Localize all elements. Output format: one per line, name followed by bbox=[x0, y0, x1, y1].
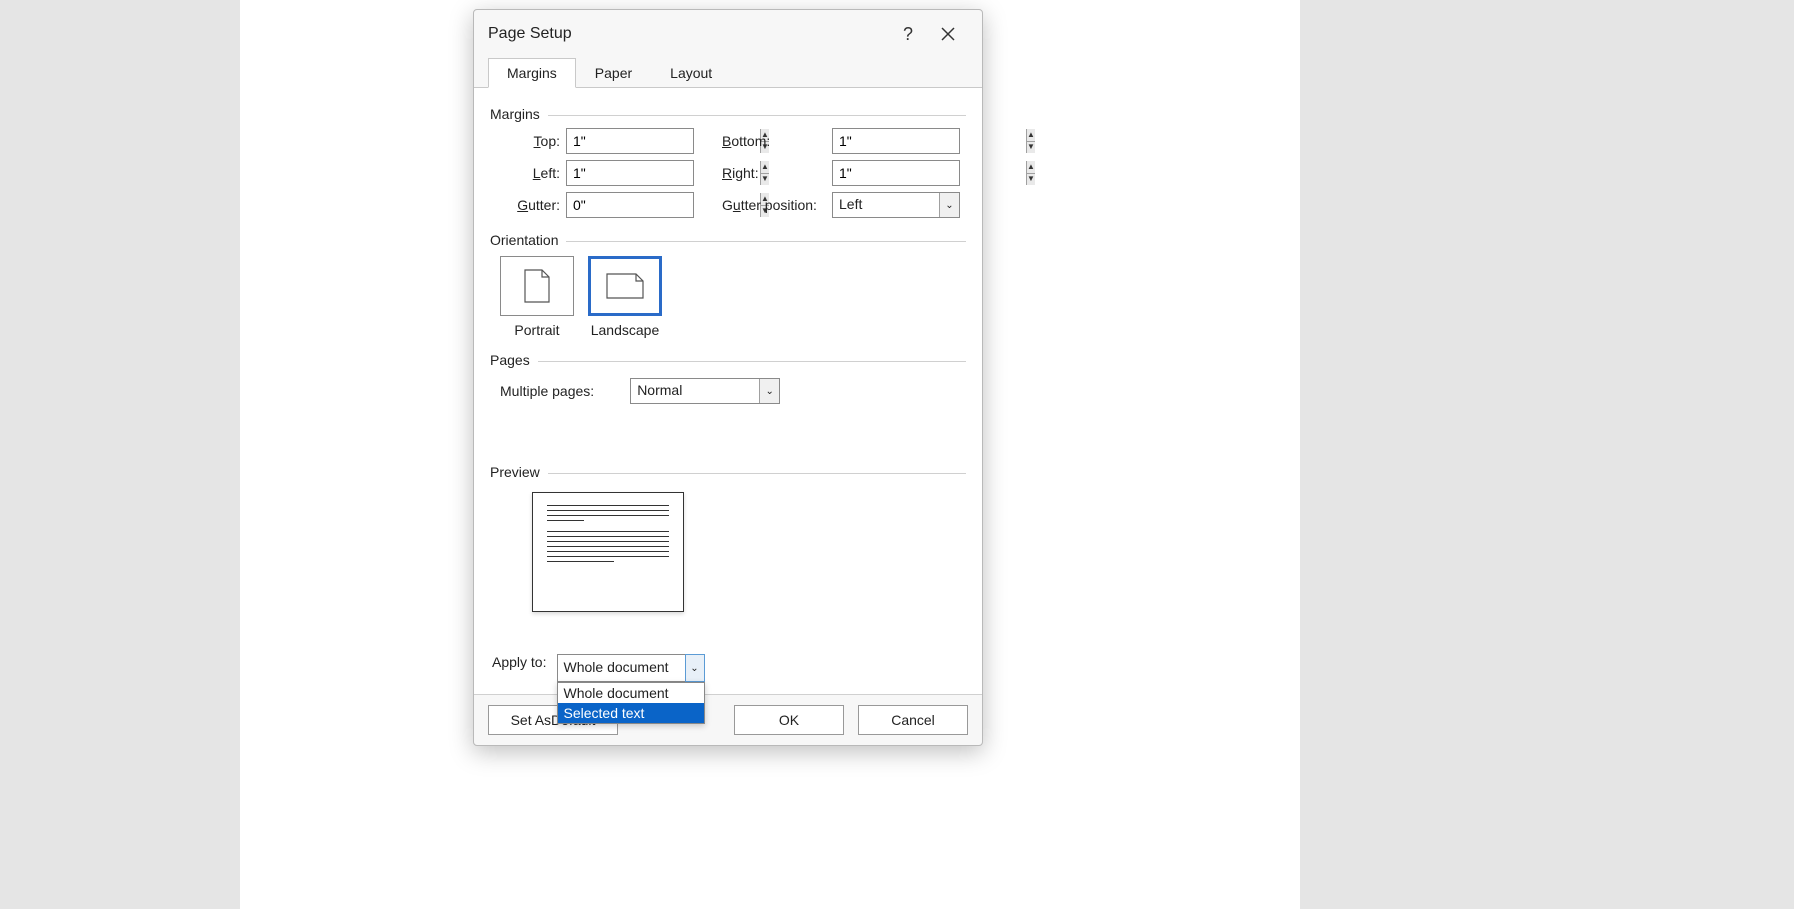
portrait-icon bbox=[524, 269, 550, 303]
chevron-down-icon[interactable]: ⌄ bbox=[939, 193, 959, 217]
multiple-pages-combo[interactable]: Normal ⌄ bbox=[630, 378, 780, 404]
spin-down-icon[interactable]: ▼ bbox=[1027, 141, 1035, 154]
close-icon bbox=[941, 27, 955, 41]
divider bbox=[548, 115, 966, 116]
ok-button[interactable]: OK bbox=[734, 705, 844, 735]
preview-thumbnail bbox=[532, 492, 684, 612]
dialog-footer: Set As Default OK Cancel bbox=[474, 694, 982, 745]
apply-to-combo[interactable]: Whole document ⌄ bbox=[557, 654, 705, 682]
landscape-option[interactable]: Landscape bbox=[588, 256, 662, 338]
dialog-title: Page Setup bbox=[488, 25, 888, 43]
spin-up-icon[interactable]: ▲ bbox=[1027, 129, 1035, 141]
left-label: Left: bbox=[500, 165, 566, 181]
apply-to-label: Apply to: bbox=[492, 654, 547, 670]
tab-margins[interactable]: Margins bbox=[488, 58, 576, 88]
portrait-option[interactable]: Portrait bbox=[500, 256, 574, 338]
landscape-icon bbox=[606, 273, 644, 299]
top-spinbox[interactable]: ▲▼ bbox=[566, 128, 694, 154]
gutter-label: Gutter: bbox=[500, 197, 566, 213]
apply-option-whole-document[interactable]: Whole document bbox=[558, 683, 704, 703]
top-label: Top: bbox=[500, 133, 566, 149]
right-spinbox[interactable]: ▲▼ bbox=[832, 160, 960, 186]
section-preview-label: Preview bbox=[490, 464, 540, 480]
section-pages-label: Pages bbox=[490, 352, 530, 368]
orientation-row: Portrait Landscape bbox=[490, 252, 966, 338]
divider bbox=[538, 361, 966, 362]
close-button[interactable] bbox=[928, 18, 968, 50]
portrait-label: Portrait bbox=[514, 322, 559, 338]
dialog-tabs: Margins Paper Layout bbox=[474, 58, 982, 88]
spin-up-icon[interactable]: ▲ bbox=[1027, 161, 1035, 173]
gutter-pos-combo[interactable]: Left ⌄ bbox=[832, 192, 960, 218]
bottom-label: Bottom: bbox=[722, 133, 832, 149]
page-setup-dialog: Page Setup ? Margins Paper Layout Margin… bbox=[473, 9, 983, 746]
apply-to-value: Whole document bbox=[558, 655, 685, 681]
gutter-spinbox[interactable]: ▲▼ bbox=[566, 192, 694, 218]
right-input[interactable] bbox=[833, 161, 1026, 185]
section-margins-head: Margins bbox=[490, 106, 966, 122]
apply-to-row: Apply to: Whole document ⌄ Whole documen… bbox=[490, 654, 966, 682]
section-preview-head: Preview bbox=[490, 464, 966, 480]
left-spinbox[interactable]: ▲▼ bbox=[566, 160, 694, 186]
cancel-button[interactable]: Cancel bbox=[858, 705, 968, 735]
section-pages-head: Pages bbox=[490, 352, 966, 368]
section-margins-label: Margins bbox=[490, 106, 540, 122]
tab-paper[interactable]: Paper bbox=[576, 58, 651, 88]
landscape-label: Landscape bbox=[591, 322, 660, 338]
gutter-pos-label: Gutter position: bbox=[722, 197, 832, 213]
section-orientation-label: Orientation bbox=[490, 232, 558, 248]
divider bbox=[548, 473, 966, 474]
bottom-spinbox[interactable]: ▲▼ bbox=[832, 128, 960, 154]
apply-option-selected-text[interactable]: Selected text bbox=[558, 703, 704, 723]
section-orientation-head: Orientation bbox=[490, 232, 966, 248]
multiple-pages-label: Multiple pages: bbox=[500, 383, 594, 399]
tab-layout[interactable]: Layout bbox=[651, 58, 731, 88]
help-button[interactable]: ? bbox=[888, 18, 928, 50]
chevron-down-icon[interactable]: ⌄ bbox=[759, 379, 779, 403]
divider bbox=[566, 241, 966, 242]
spin-down-icon[interactable]: ▼ bbox=[1027, 173, 1035, 186]
pages-row: Multiple pages: Normal ⌄ bbox=[490, 372, 966, 404]
margins-grid: Top: ▲▼ Bottom: ▲▼ Left: ▲▼ Right: ▲▼ bbox=[490, 126, 966, 218]
multiple-pages-value: Normal bbox=[631, 379, 759, 403]
dialog-titlebar: Page Setup ? bbox=[474, 10, 982, 56]
apply-to-dropdown: Whole document Selected text bbox=[557, 682, 705, 724]
gutter-pos-value: Left bbox=[833, 193, 939, 217]
margins-panel: Margins Top: ▲▼ Bottom: ▲▼ Left: ▲▼ Righ… bbox=[474, 88, 982, 694]
right-label: Right: bbox=[722, 165, 832, 181]
bottom-input[interactable] bbox=[833, 129, 1026, 153]
chevron-down-icon[interactable]: ⌄ bbox=[685, 654, 705, 682]
